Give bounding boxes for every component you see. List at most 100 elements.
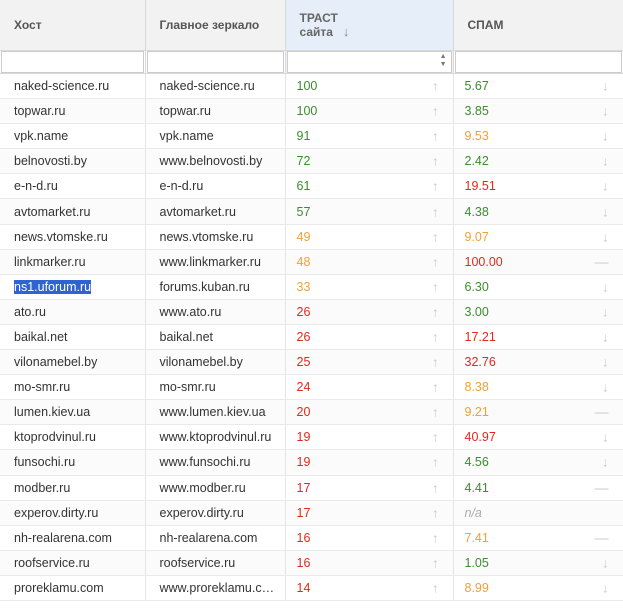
table-row[interactable]: vilonamebel.by vilonamebel.by 25 ↑ 32.76 ↓ — [0, 349, 623, 376]
host-text[interactable]: linkmarker.ru — [14, 255, 86, 269]
arrow-down-icon[interactable]: ↓ — [602, 130, 609, 143]
host-text[interactable]: vpk.name — [14, 129, 68, 143]
arrow-up-icon[interactable]: ↑ — [432, 155, 439, 168]
arrow-down-icon[interactable]: ↓ — [602, 431, 609, 444]
arrow-down-icon[interactable]: ↓ — [602, 305, 609, 318]
arrow-down-icon[interactable]: ↓ — [602, 456, 609, 469]
table-row[interactable]: ns1.uforum.ru forums.kuban.ru 33 ↑ 6.30 ↓ — [0, 274, 623, 300]
arrow-up-icon[interactable]: ↑ — [432, 305, 439, 318]
table-row[interactable]: linkmarker.ru www.linkmarker.ru 48 ↑ 100.00 — — [0, 249, 623, 275]
host-cell[interactable]: funsochi.ru — [0, 449, 146, 476]
host-text[interactable]: funsochi.ru — [14, 455, 75, 469]
dash-icon[interactable]: — — [595, 254, 609, 268]
arrow-up-icon[interactable]: ↑ — [432, 180, 439, 193]
table-row[interactable]: lumen.kiev.ua www.lumen.kiev.ua 20 ↑ 9.21 — — [0, 399, 623, 426]
arrow-down-icon[interactable]: ↓ — [602, 80, 609, 93]
host-text[interactable]: ktoprodvinul.ru — [14, 430, 96, 444]
arrow-up-icon[interactable]: ↑ — [432, 381, 439, 394]
arrow-up-icon[interactable]: ↑ — [432, 205, 439, 218]
arrow-up-icon[interactable]: ↑ — [432, 481, 439, 494]
host-text[interactable]: news.vtomske.ru — [14, 230, 108, 244]
table-row[interactable]: e-n-d.ru e-n-d.ru 61 ↑ 19.51 ↓ — [0, 173, 623, 200]
column-header-spam[interactable]: СПАМ — [453, 0, 623, 51]
host-cell[interactable]: roofservice.ru — [0, 550, 146, 576]
host-cell[interactable]: proreklamu.com — [0, 575, 146, 601]
table-row[interactable]: roofservice.ru roofservice.ru 16 ↑ 1.05 ↓ — [0, 550, 623, 576]
host-text[interactable]: avtomarket.ru — [14, 205, 90, 219]
table-row[interactable]: funsochi.ru www.funsochi.ru 19 ↑ 4.56 ↓ — [0, 449, 623, 476]
host-cell[interactable]: mo-smr.ru — [0, 374, 146, 401]
table-row[interactable]: mo-smr.ru mo-smr.ru 24 ↑ 8.38 ↓ — [0, 374, 623, 401]
host-text[interactable]: baikal.net — [14, 330, 68, 344]
host-cell[interactable]: naked-science.ru — [0, 73, 146, 100]
host-cell[interactable]: news.vtomske.ru — [0, 224, 146, 250]
arrow-down-icon[interactable]: ↓ — [602, 381, 609, 394]
dash-icon[interactable]: — — [595, 530, 609, 544]
table-row[interactable]: baikal.net baikal.net 26 ↑ 17.21 ↓ — [0, 324, 623, 351]
table-row[interactable]: modber.ru www.modber.ru 17 ↑ 4.41 — — [0, 475, 623, 501]
host-text[interactable]: belnovosti.by — [14, 154, 87, 168]
table-row[interactable]: belnovosti.by www.belnovosti.by 72 ↑ 2.42 ↓ — [0, 148, 623, 175]
host-cell[interactable]: linkmarker.ru — [0, 249, 146, 275]
host-cell[interactable]: avtomarket.ru — [0, 198, 146, 225]
table-row[interactable]: topwar.ru topwar.ru 100 ↑ 3.85 ↓ — [0, 98, 623, 125]
column-header-host[interactable]: Хост — [0, 0, 146, 51]
arrow-up-icon[interactable]: ↑ — [432, 105, 439, 118]
host-text[interactable]: experov.dirty.ru — [14, 506, 98, 520]
host-cell[interactable]: e-n-d.ru — [0, 173, 146, 200]
host-cell[interactable]: ns1.uforum.ru — [0, 274, 146, 300]
host-cell[interactable]: nh-realarena.com — [0, 525, 146, 551]
host-text[interactable]: topwar.ru — [14, 104, 65, 118]
arrow-up-icon[interactable]: ↑ — [432, 255, 439, 268]
arrow-up-icon[interactable]: ↑ — [432, 356, 439, 369]
trust-filter-input[interactable]: ▲ ▼ — [286, 51, 452, 73]
host-cell[interactable]: modber.ru — [0, 475, 146, 501]
host-text[interactable]: naked-science.ru — [14, 79, 109, 93]
spam-filter-input[interactable] — [454, 51, 622, 73]
dash-icon[interactable]: — — [595, 405, 609, 419]
host-text[interactable]: modber.ru — [14, 481, 70, 495]
arrow-down-icon[interactable]: ↓ — [602, 556, 609, 569]
arrow-up-icon[interactable]: ↑ — [432, 506, 439, 519]
sort-descending-icon[interactable]: ↓ — [343, 24, 350, 39]
arrow-up-icon[interactable]: ↑ — [432, 531, 439, 544]
table-row[interactable]: proreklamu.com www.proreklamu.c… 14 ↑ 8.99 ↓ — [0, 575, 623, 601]
table-row[interactable]: ktoprodvinul.ru www.ktoprodvinul.ru 19 ↑ 40.… — [0, 424, 623, 451]
host-cell[interactable]: vilonamebel.by — [0, 349, 146, 376]
host-text[interactable]: nh-realarena.com — [14, 531, 112, 545]
arrow-down-icon[interactable]: ↓ — [602, 180, 609, 193]
stepper-icon[interactable]: ▲ ▼ — [440, 53, 447, 69]
host-cell[interactable]: lumen.kiev.ua — [0, 399, 146, 426]
host-text[interactable]: ns1.uforum.ru — [14, 279, 92, 294]
table-row[interactable]: news.vtomske.ru news.vtomske.ru 49 ↑ 9.07 ↓ — [0, 224, 623, 250]
arrow-up-icon[interactable]: ↑ — [432, 280, 439, 293]
table-row[interactable]: ato.ru www.ato.ru 26 ↑ 3.00 ↓ — [0, 299, 623, 325]
table-row[interactable]: avtomarket.ru avtomarket.ru 57 ↑ 4.38 ↓ — [0, 198, 623, 225]
table-row[interactable]: naked-science.ru naked-science.ru 100 ↑ 5.67… — [0, 73, 623, 100]
arrow-down-icon[interactable]: ↓ — [602, 205, 609, 218]
host-text[interactable]: lumen.kiev.ua — [14, 405, 90, 419]
arrow-up-icon[interactable]: ↑ — [432, 130, 439, 143]
host-cell[interactable]: ato.ru — [0, 299, 146, 325]
arrow-up-icon[interactable]: ↑ — [432, 230, 439, 243]
table-row[interactable]: nh-realarena.com nh-realarena.com 16 ↑ 7.41 — — [0, 525, 623, 551]
host-text[interactable]: mo-smr.ru — [14, 380, 70, 394]
arrow-down-icon[interactable]: ↓ — [602, 155, 609, 168]
mirror-filter-input[interactable] — [146, 51, 284, 73]
arrow-up-icon[interactable]: ↑ — [432, 330, 439, 343]
arrow-down-icon[interactable]: ↓ — [602, 230, 609, 243]
host-cell[interactable]: experov.dirty.ru — [0, 500, 146, 526]
arrow-down-icon[interactable]: ↓ — [602, 356, 609, 369]
arrow-up-icon[interactable]: ↑ — [432, 581, 439, 594]
host-cell[interactable]: vpk.name — [0, 123, 146, 150]
host-cell[interactable]: baikal.net — [0, 324, 146, 351]
arrow-up-icon[interactable]: ↑ — [432, 556, 439, 569]
host-text[interactable]: proreklamu.com — [14, 581, 104, 595]
column-header-trust[interactable]: ТРАСТ сайта ↓ — [285, 0, 454, 51]
arrow-up-icon[interactable]: ↑ — [432, 80, 439, 93]
arrow-up-icon[interactable]: ↑ — [432, 456, 439, 469]
arrow-up-icon[interactable]: ↑ — [432, 406, 439, 419]
host-text[interactable]: ato.ru — [14, 305, 46, 319]
host-cell[interactable]: topwar.ru — [0, 98, 146, 125]
table-row[interactable]: vpk.name vpk.name 91 ↑ 9.53 ↓ — [0, 123, 623, 150]
